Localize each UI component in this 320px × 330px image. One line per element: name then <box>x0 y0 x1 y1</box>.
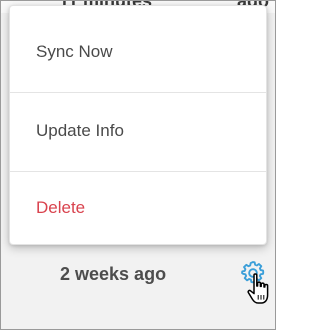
gear-icon <box>241 261 265 284</box>
actions-dropdown-menu: Sync Now Update Info Delete <box>9 5 267 245</box>
settings-gear-button[interactable] <box>239 259 267 287</box>
delete-menu-item[interactable]: Delete <box>10 172 266 244</box>
last-sync-time: 2 weeks ago <box>60 264 167 284</box>
sync-now-menu-item[interactable]: Sync Now <box>10 14 266 90</box>
update-info-menu-item[interactable]: Update Info <box>10 92 266 170</box>
screenshot-frame: 11 minutes ago Sync Now Update Info Dele… <box>0 0 276 330</box>
